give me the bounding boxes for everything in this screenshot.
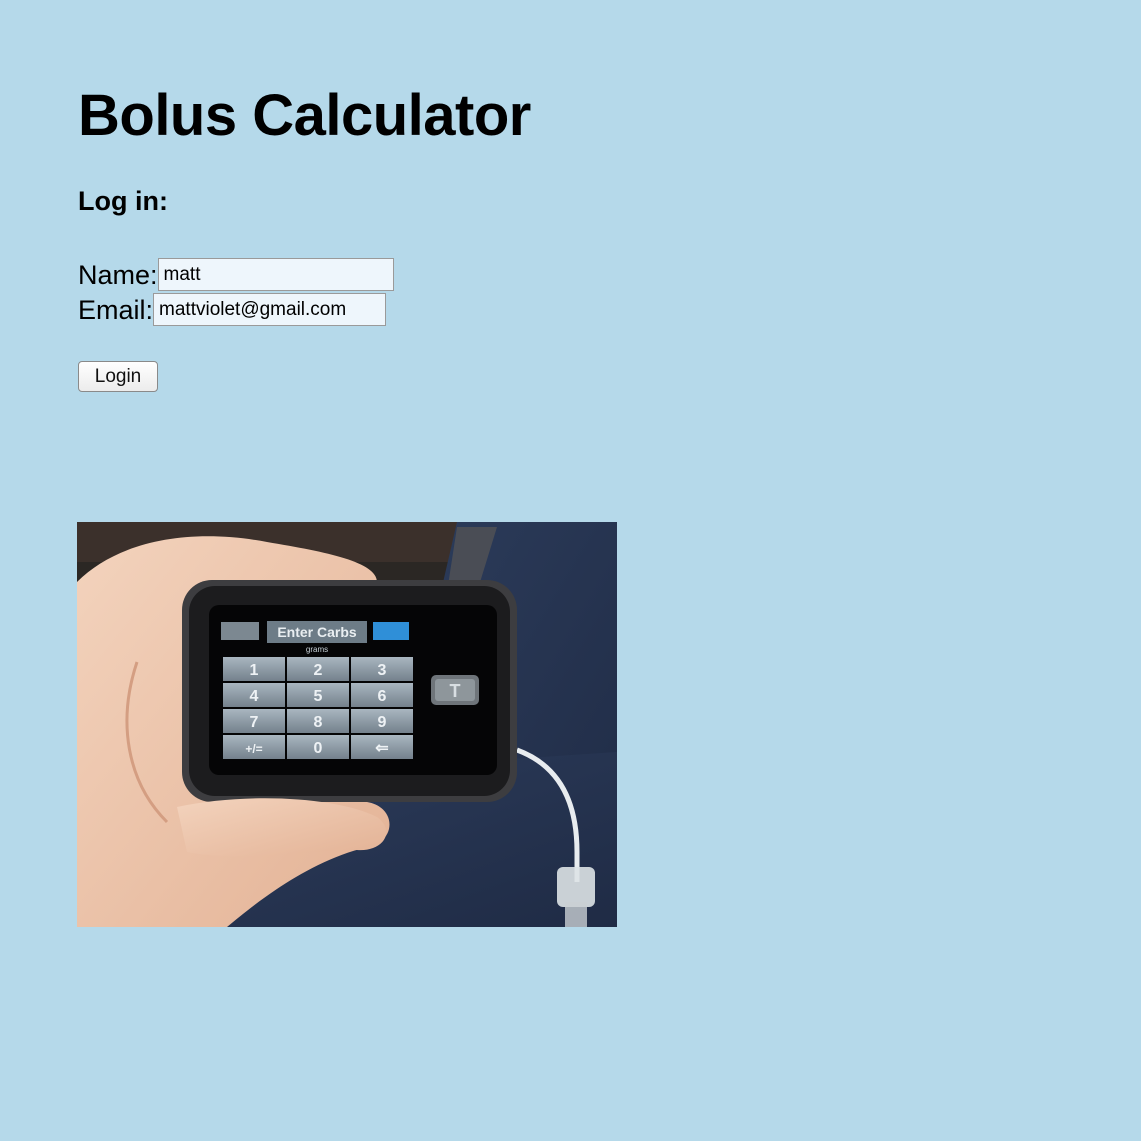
keypad-key-label: 7 <box>250 714 259 731</box>
keypad-key-label: 2 <box>314 662 323 679</box>
insulin-pump-photo: Enter Carbs grams 1 2 3 4 5 6 7 8 9 +/= 0 ⇐ T <box>77 522 617 927</box>
keypad-key-label: 5 <box>314 688 323 705</box>
name-row: Name: <box>78 258 394 291</box>
keypad-key-label: 9 <box>378 714 387 731</box>
keypad-key-label: ⇐ <box>375 740 388 757</box>
keypad-key-label: 4 <box>250 688 259 705</box>
keypad-key-label: 6 <box>378 688 387 705</box>
page-title: Bolus Calculator <box>78 83 531 148</box>
keypad-key-label: 1 <box>250 662 259 679</box>
email-row: Email: <box>78 293 387 326</box>
keypad-key-label: +/= <box>245 742 262 756</box>
device-screen-unit: grams <box>306 645 328 654</box>
login-button[interactable]: Login <box>78 361 158 392</box>
email-input[interactable] <box>153 293 387 326</box>
pump-photo-illustration: Enter Carbs grams 1 2 3 4 5 6 7 8 9 +/= 0 ⇐ T <box>77 522 617 927</box>
device-screen-title: Enter Carbs <box>277 624 357 640</box>
keypad-key-label: 3 <box>378 662 387 679</box>
login-heading: Log in: <box>78 186 168 216</box>
keypad-key-label: 8 <box>314 714 323 731</box>
email-label: Email: <box>78 294 154 325</box>
keypad-key-label: 0 <box>314 740 323 757</box>
name-input[interactable] <box>157 258 394 291</box>
page: Bolus Calculator Log in: Name: Email: Lo… <box>0 0 1141 1141</box>
name-label: Name: <box>78 259 158 290</box>
side-button-letter: T <box>450 681 461 701</box>
